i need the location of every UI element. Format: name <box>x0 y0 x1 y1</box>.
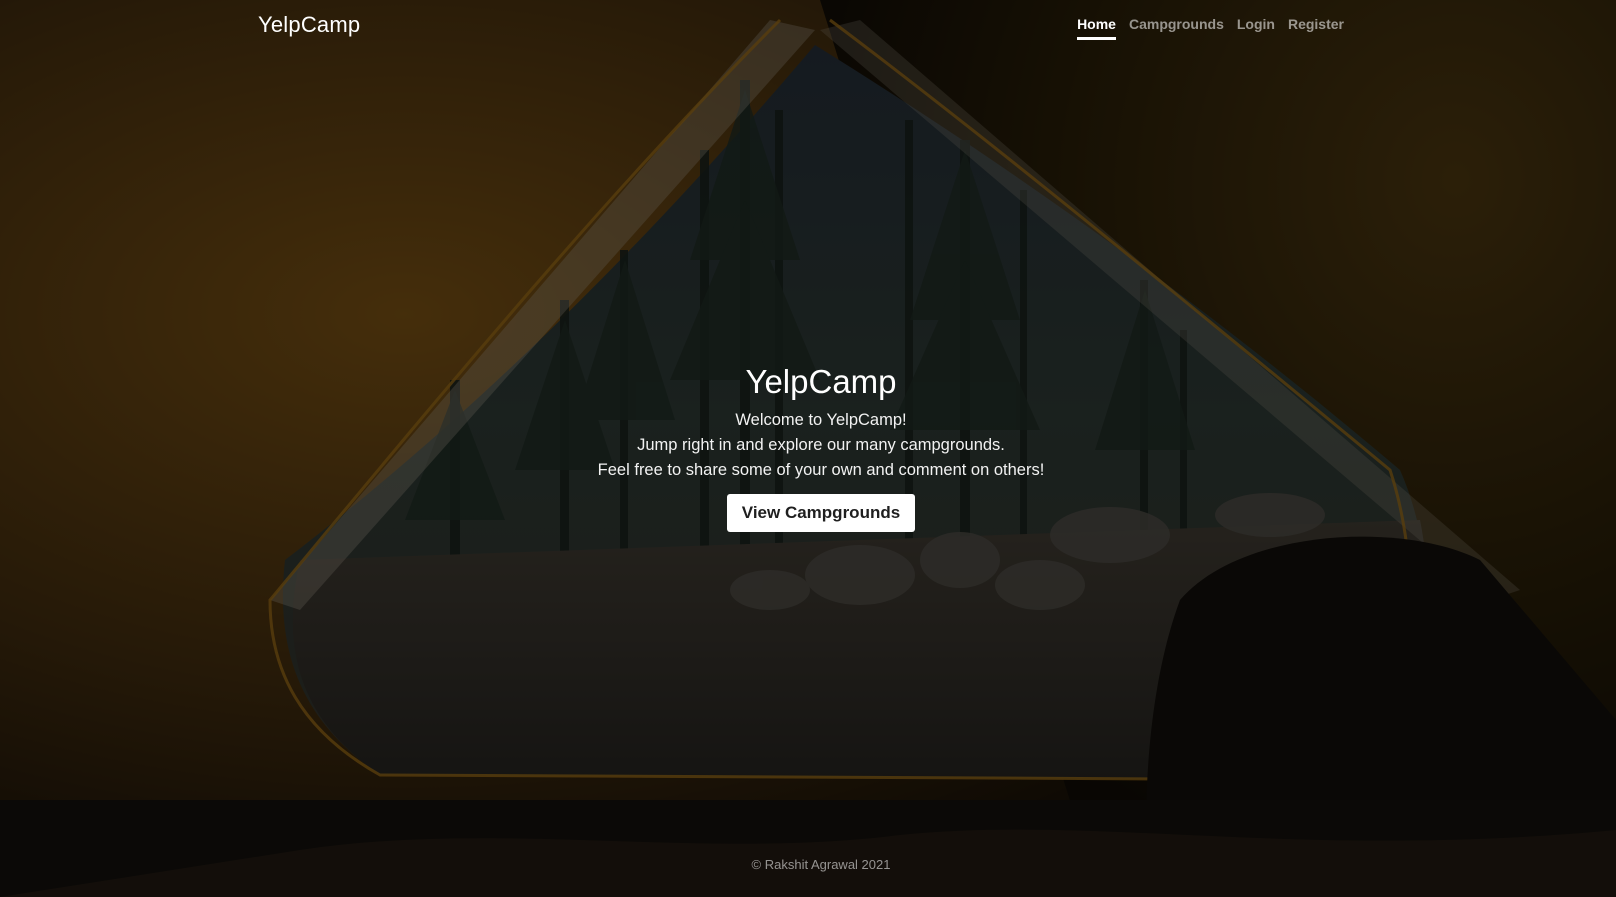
brand-logo-link[interactable]: YelpCamp <box>258 12 360 38</box>
nav-link-home[interactable]: Home <box>1077 16 1116 40</box>
nav-link-login[interactable]: Login <box>1237 16 1275 40</box>
nav-link-register[interactable]: Register <box>1288 16 1344 40</box>
navbar: YelpCamp Home Campgrounds Login Register <box>0 0 1616 52</box>
hero-line-explore: Jump right in and explore our many campg… <box>637 436 1005 454</box>
nav-links: Home Campgrounds Login Register <box>1077 16 1344 40</box>
hero-section: YelpCamp Welcome to YelpCamp! Jump right… <box>0 362 1616 532</box>
landing-page: YelpCamp Home Campgrounds Login Register… <box>0 0 1616 897</box>
nav-link-campgrounds[interactable]: Campgrounds <box>1129 16 1224 40</box>
hero-line-welcome: Welcome to YelpCamp! <box>735 411 907 429</box>
hero-title: YelpCamp <box>745 363 897 400</box>
hero-line-share: Feel free to share some of your own and … <box>597 461 1045 479</box>
view-campgrounds-button[interactable]: View Campgrounds <box>726 494 916 532</box>
footer-copyright: © Rakshit Agrawal 2021 <box>751 857 891 872</box>
